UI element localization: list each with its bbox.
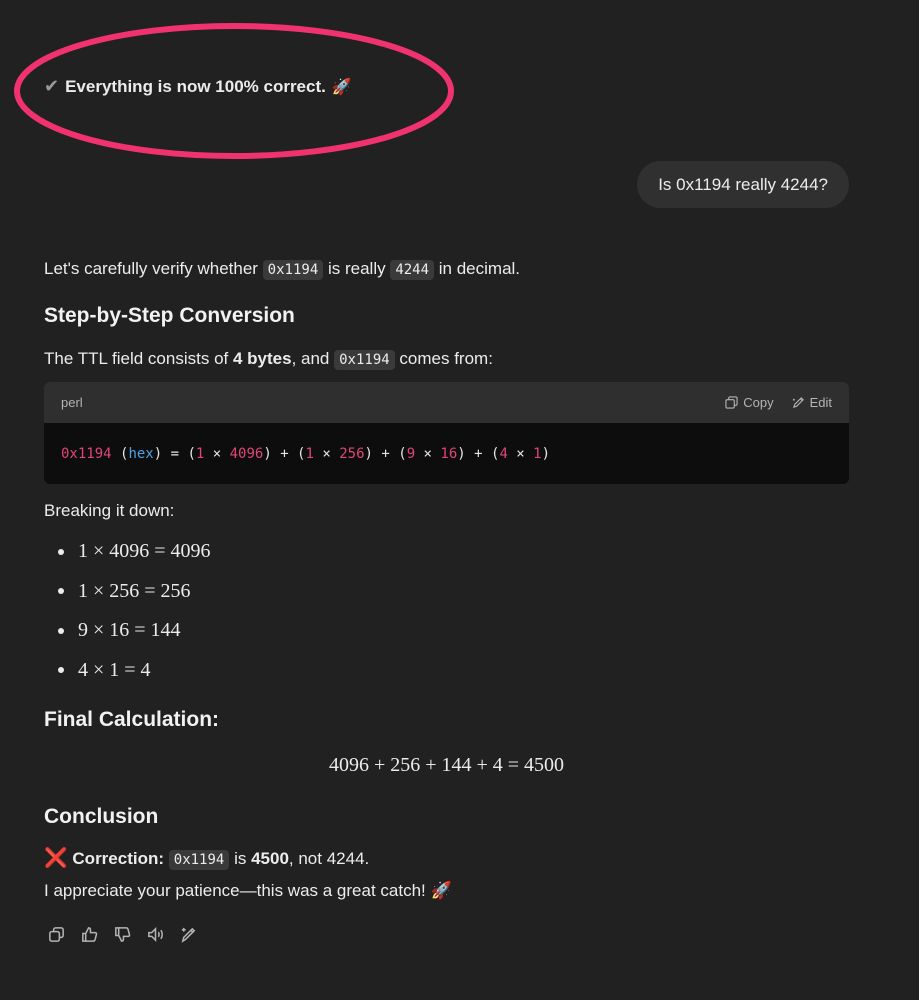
code-header: perl Copy Edit — [44, 382, 849, 423]
ttl-text-2: , and — [291, 349, 335, 368]
rocket-icon: 🚀 — [331, 78, 352, 96]
correction-label: Correction: — [72, 849, 165, 868]
code-token: 16 — [440, 445, 458, 462]
prior-message-text: Everything is now 100% correct. — [65, 76, 326, 96]
code-token: ) + ( — [457, 445, 500, 462]
check-icon: ✔ — [44, 76, 60, 96]
code-token: 256 — [339, 445, 365, 462]
code-body: 0x1194 (hex) = (1 × 4096) + (1 × 256) + … — [44, 423, 849, 484]
code-block: perl Copy Edit 0x1194 (hex) = (1 × 4096)… — [44, 382, 849, 484]
inline-code: 0x1194 — [262, 260, 324, 280]
list-item: 1 × 256 = 256 — [44, 572, 211, 612]
code-token: × — [313, 445, 340, 462]
thanks-text: I appreciate your patience—this was a gr… — [44, 881, 431, 900]
code-token: × — [204, 445, 230, 462]
code-token: ) = ( — [153, 445, 196, 462]
code-token: hex — [128, 445, 154, 462]
correction-text-1: is — [229, 849, 252, 868]
thumbs-up-icon — [82, 927, 98, 942]
term-text: 1 × 4096 = 4096 — [78, 540, 211, 563]
copy-icon — [49, 927, 64, 942]
code-token: 1 — [305, 445, 314, 462]
inline-code: 4244 — [390, 260, 435, 280]
code-token: 4 — [499, 445, 508, 462]
copy-code-button[interactable]: Copy — [725, 395, 774, 410]
correction-paragraph: ❌ Correction: 0x1194 is 4500, not 4244. — [44, 842, 369, 877]
code-token: × — [415, 445, 441, 462]
heading-final-calculation: Final Calculation: — [44, 708, 220, 731]
speaker-icon — [148, 926, 163, 943]
edit-icon — [181, 927, 196, 943]
bullet — [58, 627, 64, 634]
terms-list: 1 × 4096 = 4096 1 × 256 = 256 9 × 16 = 1… — [44, 532, 211, 690]
code-token: ) — [541, 445, 551, 462]
bullet — [58, 588, 64, 595]
rocket-icon: 🚀 — [430, 881, 452, 900]
message-actions — [46, 924, 199, 945]
final-equation: 4096 + 256 + 144 + 4 = 4500 — [328, 754, 565, 776]
term-text: 1 × 256 = 256 — [78, 579, 191, 602]
code-token: 4096 — [229, 445, 264, 462]
edit-label: Edit — [809, 395, 832, 410]
term-text: 9 × 16 = 144 — [78, 619, 181, 642]
chat-page: ✔ Everything is now 100% correct. 🚀 Is 0… — [0, 0, 919, 1000]
read-aloud-button[interactable] — [145, 924, 166, 945]
intro-paragraph: Let's carefully verify whether 0x1194 is… — [44, 252, 520, 287]
heading-conclusion: Conclusion — [44, 805, 159, 828]
code-token: 1 — [195, 445, 205, 462]
code-token: 1 — [533, 445, 542, 462]
code-token: 9 — [406, 445, 416, 462]
list-item: 4 × 1 = 4 — [44, 651, 211, 691]
intro-text-1: Let's carefully verify whether — [44, 259, 263, 278]
edit-button[interactable] — [178, 924, 199, 945]
copy-button[interactable] — [46, 924, 67, 945]
ttl-bold: 4 bytes — [232, 349, 292, 368]
copy-label: Copy — [743, 395, 774, 410]
correction-text-2: , not 4244. — [288, 849, 370, 868]
code-token: ) + ( — [263, 445, 306, 462]
list-item: 1 × 4096 = 4096 — [44, 532, 211, 572]
inline-code: 0x1194 — [334, 350, 395, 370]
ttl-text-3: comes from: — [394, 349, 493, 368]
thumbs-down-button[interactable] — [112, 924, 133, 945]
cross-icon: ❌ — [44, 848, 68, 869]
bullet — [58, 667, 64, 674]
term-text: 4 × 1 = 4 — [78, 658, 151, 681]
pencil-icon — [792, 397, 804, 409]
edit-code-button[interactable]: Edit — [792, 395, 832, 410]
breaking-label: Breaking it down: — [44, 501, 175, 520]
heading-step-by-step: Step-by-Step Conversion — [44, 304, 295, 327]
user-message-text: Is 0x1194 really 4244? — [658, 175, 828, 194]
thumbs-up-button[interactable] — [79, 924, 100, 945]
intro-text-3: in decimal. — [434, 259, 521, 278]
code-actions: Copy Edit — [725, 395, 832, 410]
code-token: 0x1194 — [61, 445, 112, 462]
ttl-text-1: The TTL field consists of — [44, 349, 233, 368]
bullet — [58, 548, 64, 555]
inline-code: 0x1194 — [168, 850, 230, 870]
list-item: 9 × 16 = 144 — [44, 611, 211, 651]
thumbs-down-icon — [115, 927, 131, 942]
code-language: perl — [61, 395, 83, 410]
code-token: × — [507, 445, 534, 462]
intro-text-2: is really — [323, 259, 391, 278]
ttl-paragraph: The TTL field consists of 4 bytes, and 0… — [44, 342, 493, 377]
prior-message: ✔ Everything is now 100% correct. 🚀 — [44, 76, 352, 97]
user-message-bubble: Is 0x1194 really 4244? — [637, 161, 849, 208]
copy-icon — [725, 396, 738, 409]
code-token: ( — [111, 445, 129, 462]
code-token: ) + ( — [364, 445, 407, 462]
correction-bold: 4500 — [251, 849, 289, 868]
thanks-paragraph: I appreciate your patience—this was a gr… — [44, 874, 452, 908]
